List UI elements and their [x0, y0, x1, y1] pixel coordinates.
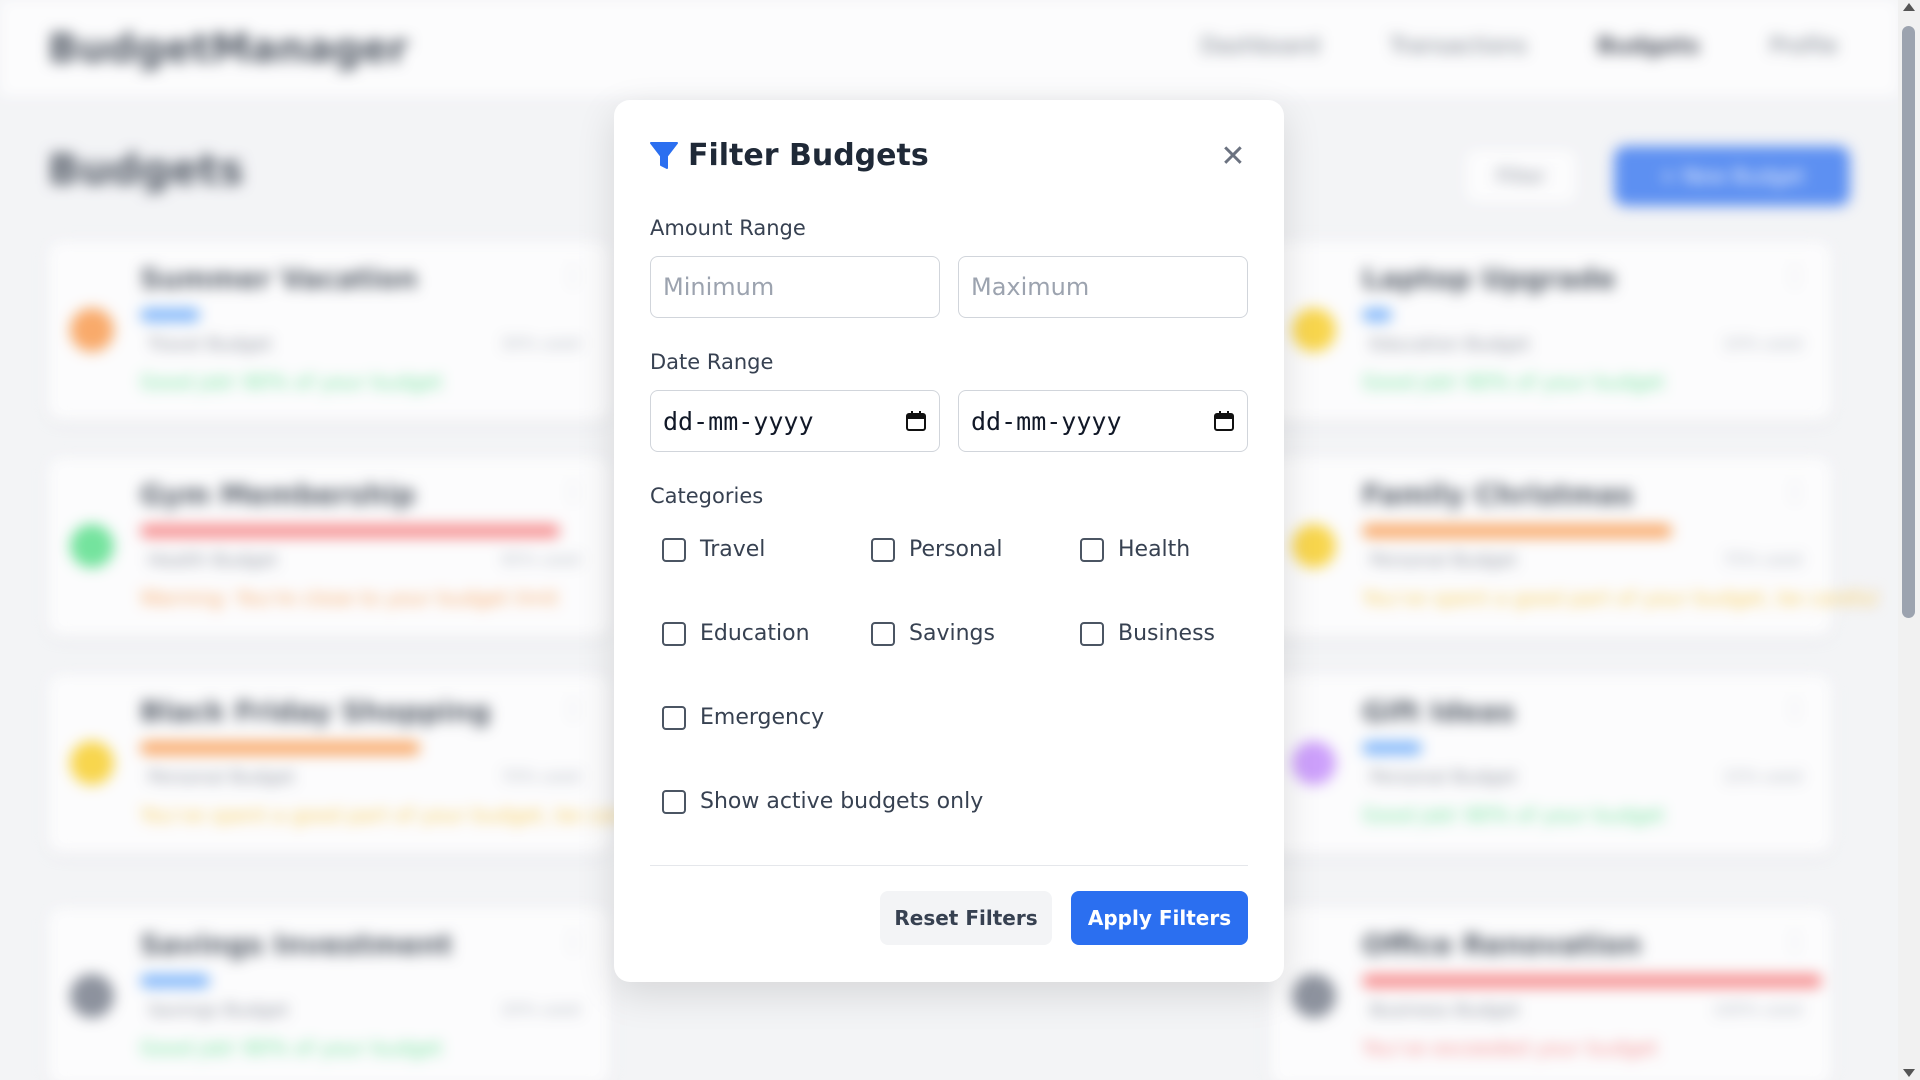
footer-divider	[650, 865, 1248, 866]
scroll-thumb[interactable]	[1902, 26, 1915, 618]
checkbox-box[interactable]	[662, 705, 686, 730]
category-label: Business	[1118, 621, 1216, 646]
page-scrollbar[interactable]	[1898, 0, 1920, 1080]
active-only-checkbox[interactable]: Show active budgets only	[662, 789, 983, 814]
category-education-checkbox[interactable]: Education	[662, 621, 810, 646]
category-label: Personal	[909, 537, 1003, 562]
date-from-value: dd-mm-yyyy	[663, 406, 814, 436]
checkbox-box[interactable]	[871, 621, 895, 646]
checkbox-box[interactable]	[1080, 621, 1104, 646]
checkbox-box[interactable]	[1080, 537, 1104, 562]
funnel-icon	[650, 141, 678, 169]
date-from-input[interactable]: dd-mm-yyyy	[650, 390, 940, 452]
category-emergency-checkbox[interactable]: Emergency	[662, 705, 824, 730]
date-range-label: Date Range	[650, 350, 774, 374]
category-travel-checkbox[interactable]: Travel	[662, 537, 765, 562]
date-to-input[interactable]: dd-mm-yyyy	[958, 390, 1248, 452]
apply-filters-button[interactable]: Apply Filters	[1071, 891, 1248, 945]
category-business-checkbox[interactable]: Business	[1080, 621, 1215, 646]
category-label: Travel	[700, 537, 766, 562]
category-health-checkbox[interactable]: Health	[1080, 537, 1190, 562]
checkbox-box[interactable]	[871, 537, 895, 562]
active-only-label: Show active budgets only	[700, 789, 984, 814]
category-label: Education	[700, 621, 810, 646]
modal-header: Filter Budgets	[650, 138, 929, 173]
checkbox-box[interactable]	[662, 621, 686, 646]
calendar-icon[interactable]	[1213, 410, 1235, 432]
category-savings-checkbox[interactable]: Savings	[871, 621, 995, 646]
checkbox-box[interactable]	[662, 789, 686, 814]
amount-range-label: Amount Range	[650, 216, 806, 240]
categories-label: Categories	[650, 484, 764, 508]
reset-filters-button[interactable]: Reset Filters	[880, 891, 1052, 945]
filter-modal: Filter Budgets ✕ Amount Range Date Range…	[614, 100, 1284, 982]
category-label: Health	[1118, 537, 1191, 562]
date-to-value: dd-mm-yyyy	[971, 406, 1122, 436]
checkbox-box[interactable]	[662, 537, 686, 562]
amount-min-input[interactable]	[650, 256, 940, 318]
close-icon[interactable]: ✕	[1218, 142, 1248, 172]
scroll-up-arrow[interactable]	[1903, 3, 1915, 11]
scroll-down-arrow[interactable]	[1903, 1069, 1915, 1077]
calendar-icon[interactable]	[905, 410, 927, 432]
amount-max-input[interactable]	[958, 256, 1248, 318]
category-label: Savings	[909, 621, 995, 646]
modal-title: Filter Budgets	[688, 138, 929, 173]
category-label: Emergency	[700, 705, 825, 730]
category-personal-checkbox[interactable]: Personal	[871, 537, 1003, 562]
